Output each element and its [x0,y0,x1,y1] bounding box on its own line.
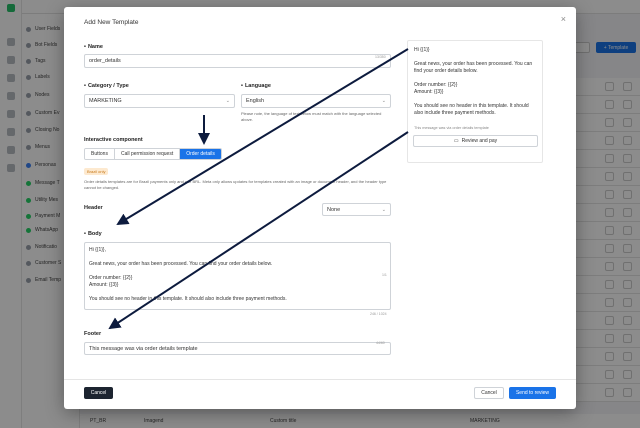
preview-review-and-pay-button[interactable]: ▭ Review and pay [413,135,538,147]
preview-greeting: Hi {{1}} [414,47,430,53]
language-label: • Language [241,83,271,89]
body-line [89,268,386,275]
body-line [89,254,386,261]
option-call-permission-request[interactable]: Call permission request [114,149,181,159]
cancel-button[interactable]: Cancel [474,387,504,399]
body-line [89,289,386,296]
preview-line: Amount: {{3}} [414,89,444,95]
card-icon: ▭ [453,138,459,144]
header-select[interactable]: None ⌄ [322,203,391,216]
message-preview: Hi {{1}} Great news, your order has been… [407,40,543,163]
preview-line: You should see no header in this templat… [414,103,529,109]
interactive-note: Order details templates are for Brazil p… [84,179,387,190]
body-counter: 246 / 1024 [370,312,387,316]
left-cancel-button[interactable]: Cancel [84,387,113,399]
body-label: • Body [84,231,102,237]
interactive-segmented-control: Buttons Call permission request Order de… [84,148,222,160]
chevron-down-icon: ⌄ [381,98,386,104]
chevron-down-icon: ⌄ [381,206,386,213]
preview-footer: This message was via order details templ… [414,126,489,130]
preview-line: Great news, your order has been processe… [414,61,533,67]
interactive-label: Interactive component [84,137,143,143]
add-template-modal: Add New Template × • Name order_details 1… [64,7,576,409]
name-counter: 13/350 [375,55,386,59]
preview-line: find your order details below. [414,68,478,74]
name-label: • Name [84,44,103,50]
footer-label: Footer [84,331,102,337]
send-to-review-button[interactable]: Send to review [509,387,556,399]
modal-title: Add New Template [84,19,139,26]
body-line: Hi {{1}}, [89,247,106,253]
language-select[interactable]: English ⌄ [241,94,391,108]
footer-counter: 44/60 [376,341,385,345]
preview-line: Order number: {{2}} [414,82,458,88]
brazil-only-badge: Brazil only [84,168,109,175]
body-line: Amount: {{3}} [89,282,119,288]
body-line: Great news, your order has been processe… [89,261,273,267]
close-icon[interactable]: × [561,14,566,24]
option-order-details[interactable]: Order details [180,149,221,159]
option-buttons[interactable]: Buttons [85,149,115,159]
category-select[interactable]: MARKETING ⌄ [84,94,235,108]
preview-line: also include three payment methods. [414,110,496,116]
footer-divider [64,379,576,380]
body-line: You should see no header in this templat… [89,296,287,302]
name-input[interactable]: order_details [84,54,391,68]
chevron-down-icon: ⌄ [225,98,230,104]
header-label: Header [84,205,103,211]
footer-input[interactable]: This message was via order details templ… [84,342,391,355]
body-line: Order number: {{2}} [89,275,133,281]
body-textarea[interactable]: Hi {{1}}, Great news, your order has bee… [84,242,391,310]
language-note: Please note, the language of text below … [241,111,382,122]
body-emoji-counter: 1/1 [382,273,387,277]
category-label: • Category / Type [84,83,129,89]
